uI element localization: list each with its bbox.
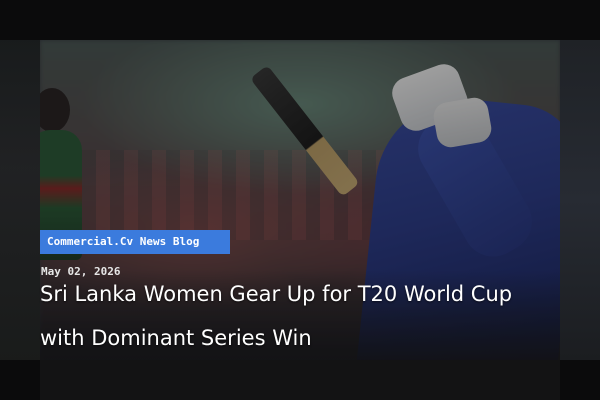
background-blur-right bbox=[560, 40, 600, 360]
background-blur-bottom bbox=[40, 360, 560, 400]
background-blur-left bbox=[0, 40, 40, 360]
category-badge[interactable]: Commercial.Cv News Blog bbox=[40, 230, 230, 254]
post-title[interactable]: Sri Lanka Women Gear Up for T20 World Cu… bbox=[40, 272, 540, 360]
featured-post-card: Commercial.Cv News Blog May 02, 2026 Sri… bbox=[0, 0, 600, 400]
